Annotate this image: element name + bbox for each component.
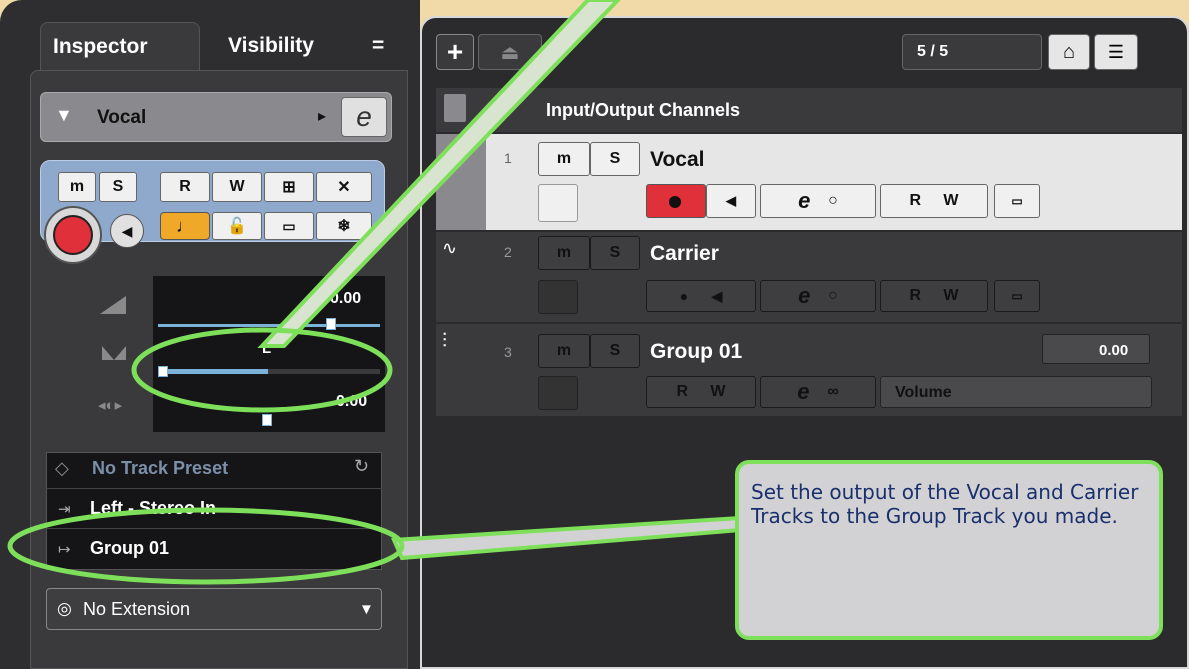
pointer-arrow: [257, 0, 621, 348]
callout-text: Set the output of the Vocal and Carrier …: [751, 480, 1139, 528]
callout-pointer: [391, 515, 742, 561]
pan-highlight-ellipse: [131, 327, 393, 413]
instruction-callout: Set the output of the Vocal and Carrier …: [735, 460, 1163, 640]
output-highlight-ellipse: [7, 507, 405, 585]
